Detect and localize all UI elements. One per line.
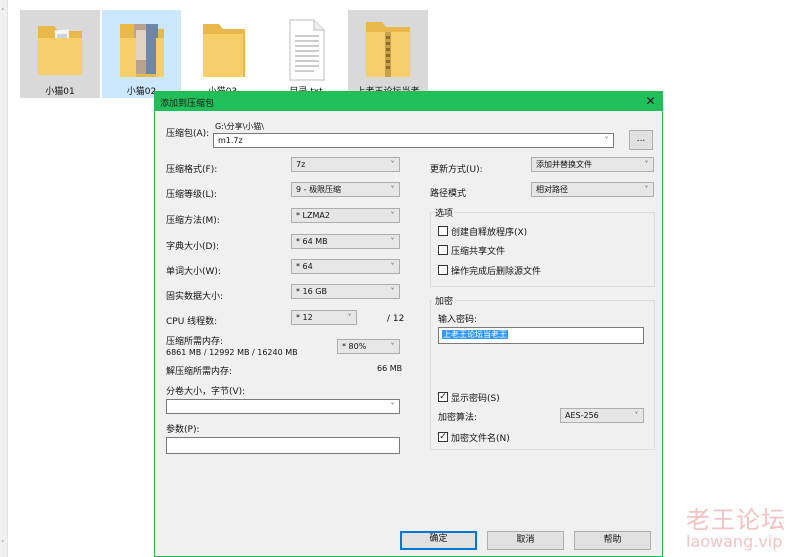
password-label: 输入密码: — [438, 315, 478, 325]
chevron-down-icon: ˅ — [604, 136, 609, 145]
params-label: 参数(P): — [166, 425, 200, 435]
watermark-url: laowang.vip — [686, 532, 783, 551]
nav-pane-strip: ˄ ˅ — [0, 0, 8, 557]
option-delete-label: 操作完成后删除源文件 — [451, 267, 542, 277]
mem-percent-value: * 80% — [342, 342, 367, 351]
folder-icon — [202, 24, 245, 77]
add-to-archive-dialog: 添加到压缩包 ✕ 压缩包(A): G:\分享\小猫\ m1.7z ˅ ... 压… — [154, 91, 663, 557]
update-value: 添加并替换文件 — [536, 160, 592, 169]
mem-values: 6861 MB / 12992 MB / 16240 MB — [166, 348, 298, 357]
params-input[interactable] — [166, 437, 400, 454]
dict-label: 字典大小(D): — [166, 242, 219, 252]
encrypt-method-label: 加密算法: — [438, 413, 478, 423]
mem-label: 压缩所需内存: — [166, 337, 224, 347]
method-combo[interactable]: * LZMA2 ˅ — [291, 208, 400, 223]
file-item-text[interactable]: 目录.txt — [266, 10, 346, 98]
level-label: 压缩等级(L): — [166, 190, 218, 200]
chevron-down-icon: ˅ — [644, 185, 649, 194]
encrypt-names-label: 加密文件名(N) — [451, 434, 510, 444]
chevron-down-icon: ˅ — [390, 211, 395, 220]
cpu-combo[interactable]: * 12 ˅ — [291, 310, 357, 325]
cpu-total: / 12 — [387, 314, 405, 324]
chevron-down-icon: ˅ — [347, 313, 352, 322]
format-combo[interactable]: 7z ˅ — [291, 157, 400, 172]
zip-folder-icon — [366, 22, 410, 77]
word-label: 单词大小(W): — [166, 267, 221, 277]
chevron-down-icon[interactable]: ˅ — [1, 540, 7, 548]
cpu-value: * 12 — [296, 313, 313, 322]
chevron-down-icon: ˅ — [390, 287, 395, 296]
check-icon[interactable]: ✓ — [438, 432, 448, 442]
chevron-up-icon[interactable]: ˄ — [1, 8, 7, 16]
mem-percent-combo[interactable]: * 80% ˅ — [337, 339, 400, 354]
word-combo[interactable]: * 64 ˅ — [291, 259, 400, 274]
browse-button[interactable]: ... — [629, 130, 653, 150]
password-input[interactable]: 上老王论坛当老王 — [438, 327, 644, 344]
folder-icon — [38, 26, 82, 75]
checkbox[interactable] — [438, 245, 448, 255]
dict-value: * 64 MB — [296, 237, 328, 246]
chevron-down-icon: ˅ — [644, 160, 649, 169]
option-sfx-label: 创建自释放程序(X) — [451, 228, 528, 238]
watermark-text: 老王论坛 — [686, 506, 786, 534]
check-icon[interactable]: ✓ — [438, 392, 448, 402]
dialog-title: 添加到压缩包 — [160, 99, 215, 109]
update-combo[interactable]: 添加并替换文件 ˅ — [531, 157, 654, 172]
encryption-title: 加密 — [433, 294, 456, 307]
cancel-button[interactable]: 取消 — [487, 531, 564, 550]
password-value: 上老王论坛当老王 — [442, 330, 508, 339]
method-label: 压缩方法(M): — [166, 216, 220, 226]
decomp-label: 解压缩所需内存: — [166, 367, 233, 377]
chevron-down-icon: ˅ — [390, 160, 395, 169]
chevron-down-icon: ˅ — [390, 262, 395, 271]
file-item-folder-03[interactable]: 小猫03 — [183, 10, 262, 98]
word-value: * 64 — [296, 262, 313, 271]
text-file-icon — [289, 19, 325, 81]
archive-name-value: m1.7z — [218, 136, 243, 145]
method-value: * LZMA2 — [296, 211, 330, 220]
dialog-titlebar[interactable]: 添加到压缩包 ✕ — [155, 92, 662, 111]
path-mode-label: 路径模式 — [430, 189, 467, 199]
solid-label: 固实数据大小: — [166, 292, 224, 302]
chevron-down-icon: ˅ — [390, 185, 395, 194]
decomp-value: 66 MB — [377, 364, 403, 373]
update-label: 更新方式(U): — [430, 165, 483, 175]
show-password-label: 显示密码(S) — [451, 394, 500, 404]
path-mode-value: 相对路径 — [536, 185, 568, 194]
solid-combo[interactable]: * 16 GB ˅ — [291, 284, 400, 299]
chevron-down-icon: ˅ — [634, 411, 639, 420]
file-item-zip[interactable]: 上老王论坛当老 — [348, 10, 428, 98]
solid-value: * 16 GB — [296, 287, 327, 296]
path-mode-combo[interactable]: 相对路径 ˅ — [531, 182, 654, 197]
close-icon[interactable]: ✕ — [643, 94, 658, 109]
checkbox[interactable] — [438, 226, 448, 236]
cpu-label: CPU 线程数: — [166, 317, 218, 327]
chevron-down-icon: ˅ — [390, 402, 395, 411]
archive-label: 压缩包(A): — [166, 129, 210, 139]
encrypt-method-combo[interactable]: AES-256 ˅ — [560, 408, 644, 423]
archive-path: G:\分享\小猫\ — [215, 122, 264, 131]
options-title: 选项 — [433, 206, 456, 219]
split-label: 分卷大小，字节(V): — [166, 387, 246, 397]
level-combo[interactable]: 9 - 极限压缩 ˅ — [291, 182, 400, 197]
folder-icon — [119, 24, 164, 77]
ok-button[interactable]: 确定 — [400, 531, 477, 550]
archive-name-combo[interactable]: m1.7z ˅ — [213, 133, 614, 148]
level-value: 9 - 极限压缩 — [296, 185, 342, 194]
file-item-folder-01[interactable]: 小猫01 — [20, 10, 100, 98]
checkbox[interactable] — [438, 265, 448, 275]
split-combo[interactable]: ˅ — [166, 399, 400, 414]
format-value: 7z — [296, 160, 306, 169]
file-item-folder-02[interactable]: 小猫02 — [102, 10, 181, 98]
chevron-down-icon: ˅ — [390, 237, 395, 246]
dict-combo[interactable]: * 64 MB ˅ — [291, 234, 400, 249]
chevron-down-icon: ˅ — [390, 342, 395, 351]
option-shared-label: 压缩共享文件 — [451, 247, 506, 257]
format-label: 压缩格式(F): — [166, 165, 218, 175]
help-button[interactable]: 帮助 — [574, 531, 651, 550]
encrypt-method-value: AES-256 — [565, 411, 599, 420]
file-name: 小猫01 — [45, 87, 75, 97]
